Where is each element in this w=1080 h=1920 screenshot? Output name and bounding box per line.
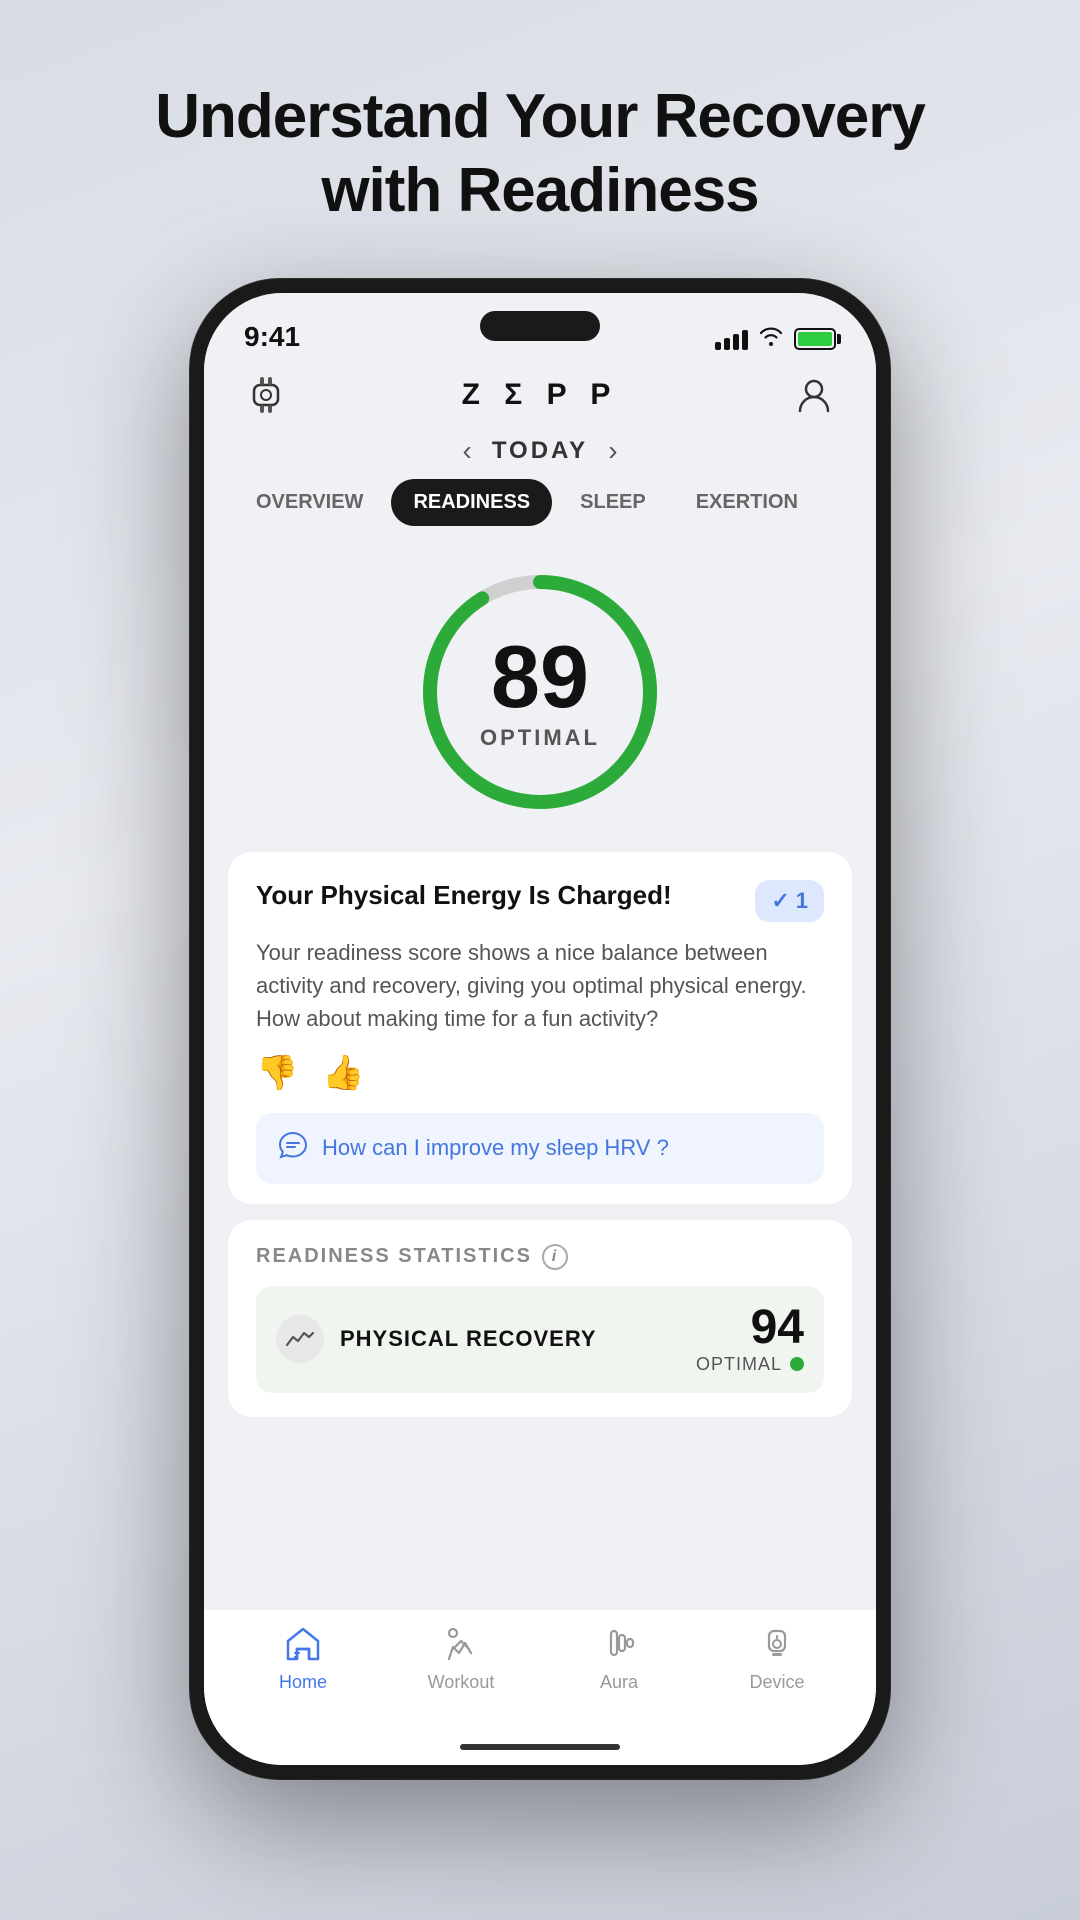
- nav-home[interactable]: Home: [224, 1625, 382, 1693]
- insight-body: Your readiness score shows a nice balanc…: [256, 936, 824, 1035]
- badge-count: 1: [796, 888, 808, 914]
- battery-icon: [794, 328, 836, 350]
- cards-area: Your Physical Energy Is Charged! ✓ 1 You…: [204, 852, 876, 1609]
- status-dot: [790, 1357, 804, 1371]
- tab-readiness[interactable]: READINESS: [391, 479, 552, 526]
- insight-card: Your Physical Energy Is Charged! ✓ 1 You…: [228, 852, 852, 1204]
- nav-aura-label: Aura: [600, 1672, 638, 1693]
- tab-exertion[interactable]: EXERTION: [674, 479, 820, 526]
- home-indicator: [204, 1729, 876, 1765]
- nav-home-label: Home: [279, 1672, 327, 1693]
- nav-device[interactable]: Device: [698, 1625, 856, 1693]
- date-label: TODAY: [492, 437, 588, 465]
- ai-question-button[interactable]: How can I improve my sleep HRV ?: [256, 1113, 824, 1184]
- status-icons: [715, 325, 836, 353]
- stat-row-left: PHYSICAL RECOVERY: [276, 1315, 597, 1363]
- thumbs-down-button[interactable]: 👎: [256, 1053, 298, 1093]
- nav-aura[interactable]: Aura: [540, 1625, 698, 1693]
- signal-icon: [715, 328, 748, 350]
- feedback-icons: 👎 👍: [256, 1053, 824, 1093]
- stat-icon: [276, 1315, 324, 1363]
- home-icon: [283, 1625, 323, 1666]
- profile-icon[interactable]: [792, 373, 836, 417]
- thumbs-up-button[interactable]: 👍: [322, 1053, 364, 1093]
- phone-shell: 9:41: [190, 279, 890, 1779]
- app-logo: Z Σ P P: [462, 378, 619, 412]
- date-nav: ‹ TODAY ›: [204, 427, 876, 479]
- stat-value-physical-recovery: 94: [696, 1304, 804, 1352]
- score-value: 89: [480, 633, 600, 721]
- card-header: Your Physical Energy Is Charged! ✓ 1: [256, 880, 824, 922]
- watch-icon[interactable]: [244, 373, 288, 417]
- wifi-icon: [758, 325, 784, 353]
- workout-icon: [441, 1625, 481, 1666]
- device-icon: [757, 1625, 797, 1666]
- next-date-button[interactable]: ›: [608, 435, 617, 467]
- score-section: 89 OPTIMAL: [204, 542, 876, 852]
- status-time: 9:41: [244, 321, 300, 353]
- stat-value-container: 94 OPTIMAL: [696, 1304, 804, 1375]
- stats-section-label: READINESS STATISTICS i: [256, 1244, 824, 1270]
- tab-sleep[interactable]: SLEEP: [558, 479, 668, 526]
- bottom-nav: Home Workout: [204, 1609, 876, 1729]
- phone-screen: 9:41: [204, 293, 876, 1765]
- badge: ✓ 1: [755, 880, 824, 922]
- score-display: 89 OPTIMAL: [480, 633, 600, 751]
- nav-workout-label: Workout: [428, 1672, 495, 1693]
- prev-date-button[interactable]: ‹: [462, 435, 471, 467]
- chat-icon: [278, 1131, 308, 1166]
- nav-device-label: Device: [749, 1672, 804, 1693]
- insight-title: Your Physical Energy Is Charged!: [256, 880, 672, 911]
- score-label: OPTIMAL: [480, 725, 600, 751]
- stat-name-physical-recovery: PHYSICAL RECOVERY: [340, 1326, 597, 1352]
- app-header: Z Σ P P: [204, 363, 876, 427]
- readiness-ring: 89 OPTIMAL: [410, 562, 670, 822]
- stats-card: READINESS STATISTICS i PHYSICAL RECOVERY: [228, 1220, 852, 1417]
- aura-icon: [599, 1625, 639, 1666]
- check-icon: ✓: [771, 888, 789, 914]
- tab-overview[interactable]: OVERVIEW: [234, 479, 385, 526]
- stat-row-physical-recovery[interactable]: PHYSICAL RECOVERY 94 OPTIMAL: [256, 1286, 824, 1393]
- dynamic-island: [480, 311, 600, 341]
- tabs-bar: OVERVIEW READINESS SLEEP EXERTION: [204, 479, 876, 542]
- nav-workout[interactable]: Workout: [382, 1625, 540, 1693]
- content-scroll: 89 OPTIMAL Your Physical Energy Is Charg…: [204, 542, 876, 1609]
- page-title: Understand Your Recovery with Readiness: [155, 80, 925, 229]
- info-icon[interactable]: i: [542, 1244, 568, 1270]
- stat-status-physical-recovery: OPTIMAL: [696, 1354, 804, 1375]
- ai-question-text: How can I improve my sleep HRV ?: [322, 1135, 669, 1161]
- home-bar: [460, 1744, 620, 1750]
